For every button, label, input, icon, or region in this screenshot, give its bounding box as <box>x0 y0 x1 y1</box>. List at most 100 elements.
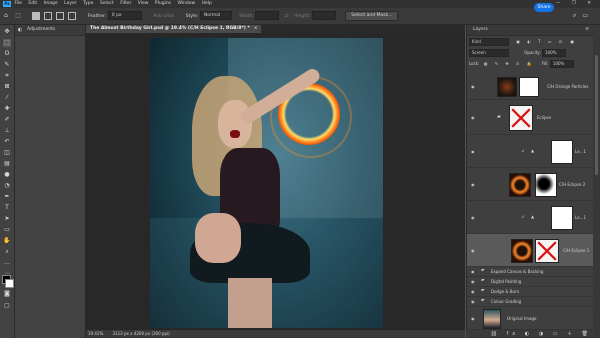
blend-mode-select[interactable]: Screen <box>469 49 509 57</box>
visibility-eye-icon[interactable]: ◉ <box>471 149 475 154</box>
menu-help[interactable]: Help <box>202 1 212 6</box>
zoom-level[interactable]: 19.41% <box>88 331 103 336</box>
select-and-mask-button[interactable]: Select and Mask... <box>345 10 399 21</box>
layer-name[interactable]: Colour Grading <box>491 299 521 304</box>
menu-file[interactable]: File <box>14 1 22 6</box>
menu-select[interactable]: Select <box>100 1 114 6</box>
layer-group-eclipse[interactable]: ◉ ▰ Eclipse <box>467 100 593 135</box>
feather-input[interactable]: 0 px <box>107 11 142 20</box>
right-dock-scrollbar[interactable] <box>593 25 600 338</box>
rectangle-tool-icon[interactable]: ▭ <box>3 226 11 234</box>
intersect-selection-icon[interactable] <box>68 11 77 20</box>
visibility-eye-icon[interactable]: ◉ <box>471 269 475 274</box>
quick-select-tool-icon[interactable]: ✎ <box>3 61 11 69</box>
menu-edit[interactable]: Edit <box>28 1 37 6</box>
marquee-tool-icon[interactable]: ⬚ <box>15 12 21 19</box>
layer-original-image[interactable]: ◉ Original Image <box>467 307 593 330</box>
layer-group-expand-canvas[interactable]: ◉ ▰ Expand Canvas & Backing <box>467 267 593 277</box>
layer-group-colour-grading[interactable]: ◉ ▰ Colour Grading <box>467 297 593 307</box>
menu-view[interactable]: View <box>138 1 149 6</box>
screen-mode-icon[interactable]: ▢ <box>3 302 11 310</box>
selection-mode-icons[interactable] <box>30 11 79 20</box>
menu-filter[interactable]: Filter <box>120 1 131 6</box>
layer-name[interactable]: C/H Eclipse 1 <box>563 248 589 253</box>
quick-mask-icon[interactable]: ◙ <box>3 290 11 298</box>
menu-plugins[interactable]: Plugins <box>155 1 171 6</box>
eraser-tool-icon[interactable]: ◫ <box>3 149 11 157</box>
workspace-icon[interactable]: ▭ <box>582 12 594 19</box>
healing-brush-tool-icon[interactable]: ✚ <box>3 105 11 113</box>
layer-orange-particles[interactable]: ◉ C/H Orange Particles <box>467 73 593 100</box>
layer-name[interactable]: Le...1 <box>575 215 586 220</box>
filter-icons[interactable]: ▣ ◐ T ▭ ⊡ <box>516 39 565 44</box>
lasso-tool-icon[interactable]: ʘ <box>3 50 11 58</box>
layer-levels-1[interactable]: ◉ ↲ ▲ Le...1 <box>467 135 593 168</box>
layer-name[interactable]: C/H Orange Particles <box>547 84 588 89</box>
visibility-eye-icon[interactable]: ◉ <box>471 84 475 89</box>
document-size[interactable]: 3113 px x 4200 px (300 ppi) <box>113 331 170 336</box>
eyedropper-tool-icon[interactable]: ⁄ <box>3 94 11 102</box>
path-selection-tool-icon[interactable]: ➤ <box>3 215 11 223</box>
pen-tool-icon[interactable]: ✒ <box>3 193 11 201</box>
blur-tool-icon[interactable]: ● <box>3 171 11 179</box>
layer-levels-2[interactable]: ◉ ↲ ▲ Le...1 <box>467 201 593 234</box>
subtract-selection-icon[interactable] <box>56 11 65 20</box>
frame-tool-icon[interactable]: ⊠ <box>3 83 11 91</box>
filter-toggle-icon[interactable]: ● <box>571 39 575 44</box>
layer-name[interactable]: Eclipse <box>537 115 551 120</box>
adjustments-panel-header[interactable]: ◐ Adjustments <box>15 25 85 36</box>
document-tab[interactable]: The Almost Birthday Girl.psd @ 19.4% (C/… <box>86 25 262 33</box>
menu-type[interactable]: Type <box>83 1 93 6</box>
layer-name[interactable]: Dodge & Burn <box>491 289 519 294</box>
antialias-checkbox[interactable]: Anti-alias <box>153 14 174 19</box>
menu-layer[interactable]: Layer <box>64 1 77 6</box>
layer-group-dodge-burn[interactable]: ◉ ▰ Dodge & Burn <box>467 287 593 297</box>
share-button[interactable]: Share <box>534 3 554 12</box>
lock-icons[interactable]: ▦ ✎ ✥ ⊡ 🔒 <box>484 61 535 66</box>
layer-name[interactable]: Digital Painting <box>491 279 521 284</box>
zoom-tool-icon[interactable]: ⌕ <box>3 248 11 256</box>
visibility-eye-icon[interactable]: ◉ <box>471 279 475 284</box>
hand-tool-icon[interactable]: ✋ <box>3 237 11 245</box>
close-tab-icon[interactable]: × <box>254 26 258 31</box>
height-input[interactable] <box>311 11 336 20</box>
layers-panel-header[interactable]: Layers ≡ <box>467 25 593 36</box>
width-input[interactable] <box>255 11 280 20</box>
marquee-tool-icon[interactable]: ⬚ <box>3 39 11 47</box>
swap-icon[interactable]: ⇄ <box>285 14 289 19</box>
visibility-eye-icon[interactable]: ◉ <box>471 248 475 253</box>
layers-footer-icons[interactable]: ⛓ fx ◐ ◑ ▭ ＋ 🗑 <box>491 331 592 337</box>
visibility-eye-icon[interactable]: ◉ <box>471 182 475 187</box>
history-brush-tool-icon[interactable]: ↶ <box>3 138 11 146</box>
style-select[interactable]: Normal <box>199 11 232 20</box>
crop-tool-icon[interactable]: ⌗ <box>3 72 11 80</box>
add-selection-icon[interactable] <box>44 11 53 20</box>
type-tool-icon[interactable]: T <box>3 204 11 212</box>
window-controls[interactable]: — ❐ ✕ <box>556 0 596 8</box>
layer-eclipse-1-selected[interactable]: ◉ C/H Eclipse 1 <box>467 234 593 267</box>
gradient-tool-icon[interactable]: ▤ <box>3 160 11 168</box>
visibility-eye-icon[interactable]: ◉ <box>471 115 475 120</box>
layer-name[interactable]: C/H Eclipse 2 <box>559 182 585 187</box>
filter-kind-select[interactable]: Kind <box>469 38 509 46</box>
new-selection-icon[interactable] <box>32 11 41 20</box>
layer-name[interactable]: Le...1 <box>575 149 586 154</box>
background-color-swatch[interactable] <box>5 279 14 288</box>
layer-name[interactable]: Expand Canvas & Backing <box>491 269 543 274</box>
layer-name[interactable]: Original Image <box>507 316 536 321</box>
visibility-eye-icon[interactable]: ◉ <box>471 316 475 321</box>
visibility-eye-icon[interactable]: ◉ <box>471 299 475 304</box>
search-icon[interactable]: ⌕ <box>573 12 582 19</box>
visibility-eye-icon[interactable]: ◉ <box>471 289 475 294</box>
fill-input[interactable]: 100% <box>549 60 574 68</box>
panel-menu-icon[interactable]: ≡ <box>585 25 589 35</box>
brush-tool-icon[interactable]: ✐ <box>3 116 11 124</box>
canvas-area[interactable] <box>86 33 465 330</box>
more-tools-icon[interactable]: … <box>3 259 11 267</box>
scrollbar-thumb[interactable] <box>595 55 598 175</box>
menu-image[interactable]: Image <box>44 1 58 6</box>
dodge-tool-icon[interactable]: ◔ <box>3 182 11 190</box>
home-icon[interactable]: ⌂ <box>4 12 8 19</box>
menu-window[interactable]: Window <box>177 1 195 6</box>
layer-group-digital-painting[interactable]: ◉ ▰ Digital Painting <box>467 277 593 287</box>
